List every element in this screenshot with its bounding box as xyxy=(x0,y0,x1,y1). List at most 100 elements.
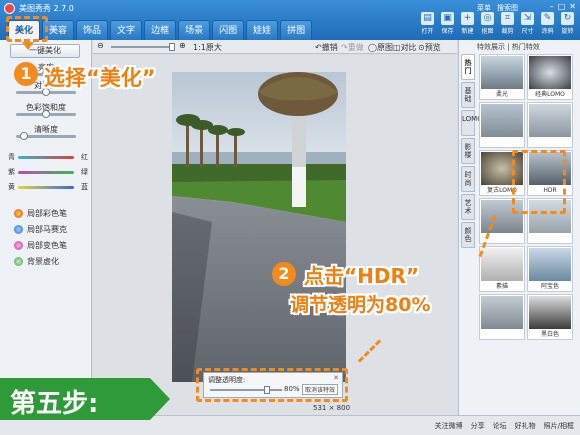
new-label: 新建 xyxy=(461,28,474,35)
open-button[interactable]: ▤ 打开 xyxy=(419,12,436,35)
rotate-icon: ↻ xyxy=(561,12,574,25)
window-controls: – □ ✕ xyxy=(550,2,576,11)
effect-thumb xyxy=(481,56,523,89)
magenta-label: 紫 xyxy=(8,168,15,176)
slider-knob[interactable] xyxy=(20,132,28,140)
effects-header: 特效展示 | 热门特效 xyxy=(477,43,540,51)
partial-mosaic-brush[interactable]: 局部马赛克 xyxy=(14,224,67,235)
tab-collage[interactable]: 拼图 xyxy=(280,20,313,40)
effect-sketch[interactable]: 素描 xyxy=(479,246,525,292)
photo-frame-link[interactable]: 照片/相框 xyxy=(544,421,574,431)
blue-label: 蓝 xyxy=(81,183,88,191)
doodle-button[interactable]: ✎ 涂鸦 xyxy=(539,12,556,35)
rotate-button[interactable]: ↻ 旋转 xyxy=(559,12,576,35)
tab-hot[interactable]: 热门 xyxy=(461,54,475,80)
maximize-icon[interactable]: □ xyxy=(558,2,566,11)
image-size: 531 × 800 xyxy=(313,404,351,412)
tab-art[interactable]: 艺术 xyxy=(461,194,475,220)
save-label: 保存 xyxy=(441,28,454,35)
tab-accessories[interactable]: 饰品 xyxy=(76,20,109,40)
highlight-beautify-tab xyxy=(6,16,48,42)
folder-icon: ▤ xyxy=(421,12,434,25)
background-blur-brush[interactable]: 背景虚化 xyxy=(14,256,59,267)
open-label: 打开 xyxy=(421,28,434,35)
effect-abao-color[interactable]: 阿宝色 xyxy=(527,246,573,292)
compare-button[interactable]: ◫对比 xyxy=(393,42,417,53)
share-link[interactable]: 分享 xyxy=(471,421,485,431)
photo[interactable] xyxy=(172,72,346,382)
tab-text[interactable]: 文字 xyxy=(110,20,143,40)
resize-button[interactable]: ⇲ 尺寸 xyxy=(519,12,536,35)
magenta-green-slider[interactable] xyxy=(18,171,74,174)
preview-button[interactable]: ⊙预览 xyxy=(418,42,441,53)
compare-label: 对比 xyxy=(400,43,417,52)
title-bar: 美图秀秀 2.7.0 菜单 搜索图 – □ ✕ 美化 美容 饰品 文字 边框 场… xyxy=(0,0,580,40)
partial-color-brush[interactable]: 局部彩色笔 xyxy=(14,208,67,219)
effect-label: 经典LOMO xyxy=(535,91,565,98)
cyan-red-slider[interactable] xyxy=(18,156,74,159)
resize-label: 尺寸 xyxy=(521,28,534,35)
tab-color[interactable]: 颜色 xyxy=(461,222,475,248)
zoom-knob[interactable] xyxy=(169,43,175,51)
effect-label: 柔光 xyxy=(495,91,508,98)
follow-weibo-link[interactable]: 关注微博 xyxy=(435,421,463,431)
app-logo-icon xyxy=(4,3,15,14)
forum-link[interactable]: 论坛 xyxy=(493,421,507,431)
app-title: 美图秀秀 2.7.0 xyxy=(19,4,74,13)
effect-thumb-3[interactable] xyxy=(479,102,525,148)
tab-flash[interactable]: 闪图 xyxy=(212,20,245,40)
effect-label: 阿宝色 xyxy=(540,283,559,290)
color-balance-yellow-blue: 黄 蓝 xyxy=(4,182,90,192)
tab-lomo[interactable]: LOMO xyxy=(461,110,483,136)
tab-doll[interactable]: 娃娃 xyxy=(246,20,279,40)
tab-fashion[interactable]: 时尚 xyxy=(461,166,475,192)
effect-thumb-4[interactable] xyxy=(527,102,573,148)
new-button[interactable]: + 新建 xyxy=(459,12,476,35)
cutout-icon: ◎ xyxy=(481,12,494,25)
redo-button[interactable]: ↷重做 xyxy=(341,42,364,53)
step2-instruction-line1: 点击“HDR” xyxy=(304,264,420,288)
cutout-button[interactable]: ◎ 抠图 xyxy=(479,12,496,35)
zoom-out-icon[interactable]: ⊖ xyxy=(97,41,104,50)
crop-button[interactable]: ⌗ 裁剪 xyxy=(499,12,516,35)
undo-label: 撤销 xyxy=(321,43,338,52)
brush-label: 局部马赛克 xyxy=(27,225,67,234)
tab-basic[interactable]: 基础 xyxy=(461,82,475,108)
step1-instruction: 选择“美化” xyxy=(44,66,156,90)
effects-panel: 特效展示 | 热门特效 热门 基础 LOMO 影楼 时尚 艺术 颜色 柔光 经典… xyxy=(458,40,580,415)
zoom-in-icon[interactable]: ⊕ xyxy=(179,41,186,50)
undo-button[interactable]: ↶撤销 xyxy=(315,42,338,53)
original-button[interactable]: ◯原图 xyxy=(368,42,393,53)
save-button[interactable]: ▣ 保存 xyxy=(439,12,456,35)
step-banner-text: 第五步: xyxy=(10,389,99,419)
minimize-icon[interactable]: – xyxy=(550,2,554,11)
tab-scene[interactable]: 场景 xyxy=(178,20,211,40)
one-click-beautify-button[interactable]: 一键美化 xyxy=(10,44,80,58)
crop-icon: ⌗ xyxy=(501,12,514,25)
blur-icon xyxy=(14,257,23,266)
adjust-panel: 一键美化 亮度 对比度 色彩饱和度 清晰度 青 红 紫 绿 黄 蓝 局部彩色笔 … xyxy=(0,40,92,415)
effect-thumb xyxy=(481,296,523,329)
effect-thumb xyxy=(481,248,523,281)
effect-classic-lomo[interactable]: 经典LOMO xyxy=(527,54,573,100)
highlight-opacity-dialog xyxy=(196,368,348,402)
tab-studio[interactable]: 影楼 xyxy=(461,138,475,164)
yellow-blue-slider[interactable] xyxy=(18,186,74,189)
effect-black-white[interactable]: 黑白色 xyxy=(527,294,573,340)
effect-thumb-11[interactable] xyxy=(479,294,525,340)
main-tabs: 美化 美容 饰品 文字 边框 场景 闪图 娃娃 拼图 xyxy=(8,20,313,40)
step2-instruction-line2: 调节透明为80% xyxy=(290,294,431,316)
gift-link[interactable]: 好礼物 xyxy=(515,421,536,431)
close-icon[interactable]: ✕ xyxy=(569,2,576,11)
effect-soft-light[interactable]: 柔光 xyxy=(479,54,525,100)
slider-knob[interactable] xyxy=(42,110,50,118)
sharpness-slider[interactable] xyxy=(16,132,76,140)
color-brush-icon xyxy=(14,209,23,218)
partial-recolor-brush[interactable]: 局部变色笔 xyxy=(14,240,67,251)
effect-thumb xyxy=(481,104,523,137)
color-balance-cyan-red: 青 红 xyxy=(4,152,90,162)
tab-border[interactable]: 边框 xyxy=(144,20,177,40)
step2-number: 2 xyxy=(272,262,296,286)
zoom-slider[interactable] xyxy=(111,43,175,51)
saturation-slider[interactable] xyxy=(16,110,76,118)
